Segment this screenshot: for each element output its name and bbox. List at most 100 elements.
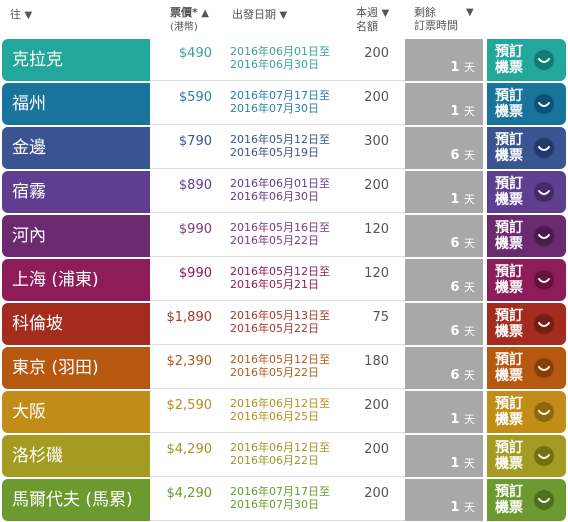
smile-icon: [534, 446, 554, 466]
quota-header-line1: 本週: [356, 6, 378, 19]
table-row[interactable]: 河內 $990 2016年05月16日至 2016年05月22日 120 6 天…: [0, 214, 568, 258]
remaining-days: 1: [450, 60, 460, 75]
remaining-days: 1: [450, 500, 460, 515]
remaining-time-cell: 1 天: [405, 479, 483, 521]
sort-date-header[interactable]: 出發日期 ▼: [232, 8, 287, 22]
travel-dates: 2016年06月12日至 2016年06月22日: [230, 441, 330, 467]
table-row[interactable]: 馬爾代夫 (馬累) $4,290 2016年07月17日至 2016年07月30…: [0, 478, 568, 522]
price-text: $490: [178, 46, 212, 61]
remaining-days: 6: [450, 368, 460, 383]
table-row[interactable]: 科倫坡 $1,890 2016年05月13日至 2016年05月22日 75 6…: [0, 302, 568, 346]
book-label-line2: 機票: [495, 280, 523, 296]
price-header-sub: (港幣): [170, 22, 198, 33]
table-row[interactable]: 大阪 $2,590 2016年06月12日至 2016年06月25日 200 1…: [0, 390, 568, 434]
details-cell: $790 2016年05月12日至 2016年05月19日 300: [150, 127, 405, 169]
book-ticket-label: 預訂 機票: [495, 176, 523, 208]
sort-down-icon: ▼: [381, 8, 390, 19]
destination-cell[interactable]: 克拉克: [2, 39, 150, 81]
book-ticket-button[interactable]: 預訂 機票: [487, 39, 566, 81]
table-row[interactable]: 福州 $590 2016年07月17日至 2016年07月30日 200 1 天…: [0, 82, 568, 126]
book-ticket-button[interactable]: 預訂 機票: [487, 171, 566, 213]
book-ticket-button[interactable]: 預訂 機票: [487, 435, 566, 477]
remaining-days: 6: [450, 280, 460, 295]
quota-text: 120: [364, 222, 389, 237]
date-start: 2016年05月12日至: [230, 265, 330, 278]
price-text: $990: [178, 266, 212, 281]
price-text: $4,290: [166, 442, 213, 457]
sort-remain-header[interactable]: 剩餘 ▼ 訂票時間: [414, 6, 480, 32]
destination-cell[interactable]: 洛杉磯: [2, 435, 150, 477]
destination-cell[interactable]: 福州: [2, 83, 150, 125]
book-ticket-label: 預訂 機票: [495, 132, 523, 164]
destination-cell[interactable]: 東京 (羽田): [2, 347, 150, 389]
book-ticket-button[interactable]: 預訂 機票: [487, 479, 566, 521]
sort-dest-header[interactable]: 往 ▼: [10, 8, 32, 22]
book-ticket-label: 預訂 機票: [495, 44, 523, 76]
date-end: 2016年07月30日: [230, 498, 319, 511]
sort-price-header[interactable]: 票價* ▲ (港幣): [170, 6, 209, 34]
remaining-unit: 天: [464, 149, 475, 162]
destination-cell[interactable]: 科倫坡: [2, 303, 150, 345]
book-label-line2: 機票: [495, 412, 523, 428]
book-label-line2: 機票: [495, 456, 523, 472]
date-start: 2016年05月13日至: [230, 309, 330, 322]
book-ticket-button[interactable]: 預訂 機票: [487, 215, 566, 257]
book-label-line2: 機票: [495, 104, 523, 120]
date-start: 2016年06月12日至: [230, 441, 330, 454]
date-header-label: 出發日期: [232, 8, 276, 21]
remaining-unit: 天: [464, 193, 475, 206]
travel-dates: 2016年05月13日至 2016年05月22日: [230, 309, 330, 335]
date-end: 2016年05月22日: [230, 366, 319, 379]
price-header-label: 票價*: [170, 6, 198, 19]
quota-text: 200: [364, 398, 389, 413]
book-ticket-label: 預訂 機票: [495, 220, 523, 252]
date-start: 2016年07月17日至: [230, 89, 330, 102]
destination-cell[interactable]: 大阪: [2, 391, 150, 433]
book-label-line1: 預訂: [495, 396, 523, 412]
destination-cell[interactable]: 宿霧: [2, 171, 150, 213]
table-row[interactable]: 克拉克 $490 2016年06月01日至 2016年06月30日 200 1 …: [0, 38, 568, 82]
book-label-line2: 機票: [495, 500, 523, 516]
date-start: 2016年07月17日至: [230, 485, 330, 498]
smile-icon: [534, 358, 554, 378]
destination-cell[interactable]: 上海 (浦東): [2, 259, 150, 301]
book-label-line1: 預訂: [495, 484, 523, 500]
details-cell: $1,890 2016年05月13日至 2016年05月22日 75: [150, 303, 405, 345]
book-label-line1: 預訂: [495, 308, 523, 324]
sort-down-icon: ▼: [279, 10, 288, 21]
table-row[interactable]: 東京 (羽田) $2,390 2016年05月12日至 2016年05月22日 …: [0, 346, 568, 390]
book-ticket-button[interactable]: 預訂 機票: [487, 259, 566, 301]
table-row[interactable]: 金邊 $790 2016年05月12日至 2016年05月19日 300 6 天…: [0, 126, 568, 170]
quota-text: 200: [364, 442, 389, 457]
remaining-days: 1: [450, 104, 460, 119]
book-ticket-button[interactable]: 預訂 機票: [487, 347, 566, 389]
book-ticket-button[interactable]: 預訂 機票: [487, 127, 566, 169]
destination-cell[interactable]: 金邊: [2, 127, 150, 169]
dest-header-label: 往: [10, 8, 21, 21]
date-end: 2016年06月30日: [230, 190, 319, 203]
table-row[interactable]: 宿霧 $890 2016年06月01日至 2016年06月30日 200 1 天…: [0, 170, 568, 214]
price-text: $590: [178, 90, 212, 105]
table-row[interactable]: 洛杉磯 $4,290 2016年06月12日至 2016年06月22日 200 …: [0, 434, 568, 478]
remaining-days: 1: [450, 412, 460, 427]
remaining-unit: 天: [464, 501, 475, 514]
book-ticket-button[interactable]: 預訂 機票: [487, 391, 566, 433]
table-row[interactable]: 上海 (浦東) $990 2016年05月12日至 2016年05月21日 12…: [0, 258, 568, 302]
destination-cell[interactable]: 馬爾代夫 (馬累): [2, 479, 150, 521]
date-start: 2016年06月01日至: [230, 177, 330, 190]
book-ticket-button[interactable]: 預訂 機票: [487, 303, 566, 345]
details-cell: $490 2016年06月01日至 2016年06月30日 200: [150, 39, 405, 81]
date-end: 2016年06月22日: [230, 454, 319, 467]
remain-header-line2: 訂票時間: [414, 19, 458, 32]
remaining-time-cell: 6 天: [405, 303, 483, 345]
book-ticket-button[interactable]: 預訂 機票: [487, 83, 566, 125]
smile-icon: [534, 314, 554, 334]
table-body: 克拉克 $490 2016年06月01日至 2016年06月30日 200 1 …: [0, 38, 568, 522]
travel-dates: 2016年05月16日至 2016年05月22日: [230, 221, 330, 247]
remaining-time-cell: 1 天: [405, 39, 483, 81]
destination-cell[interactable]: 河內: [2, 215, 150, 257]
remaining-days: 6: [450, 324, 460, 339]
sort-quota-header[interactable]: 本週 ▼ 名額: [356, 6, 389, 33]
book-label-line2: 機票: [495, 148, 523, 164]
book-label-line1: 預訂: [495, 440, 523, 456]
